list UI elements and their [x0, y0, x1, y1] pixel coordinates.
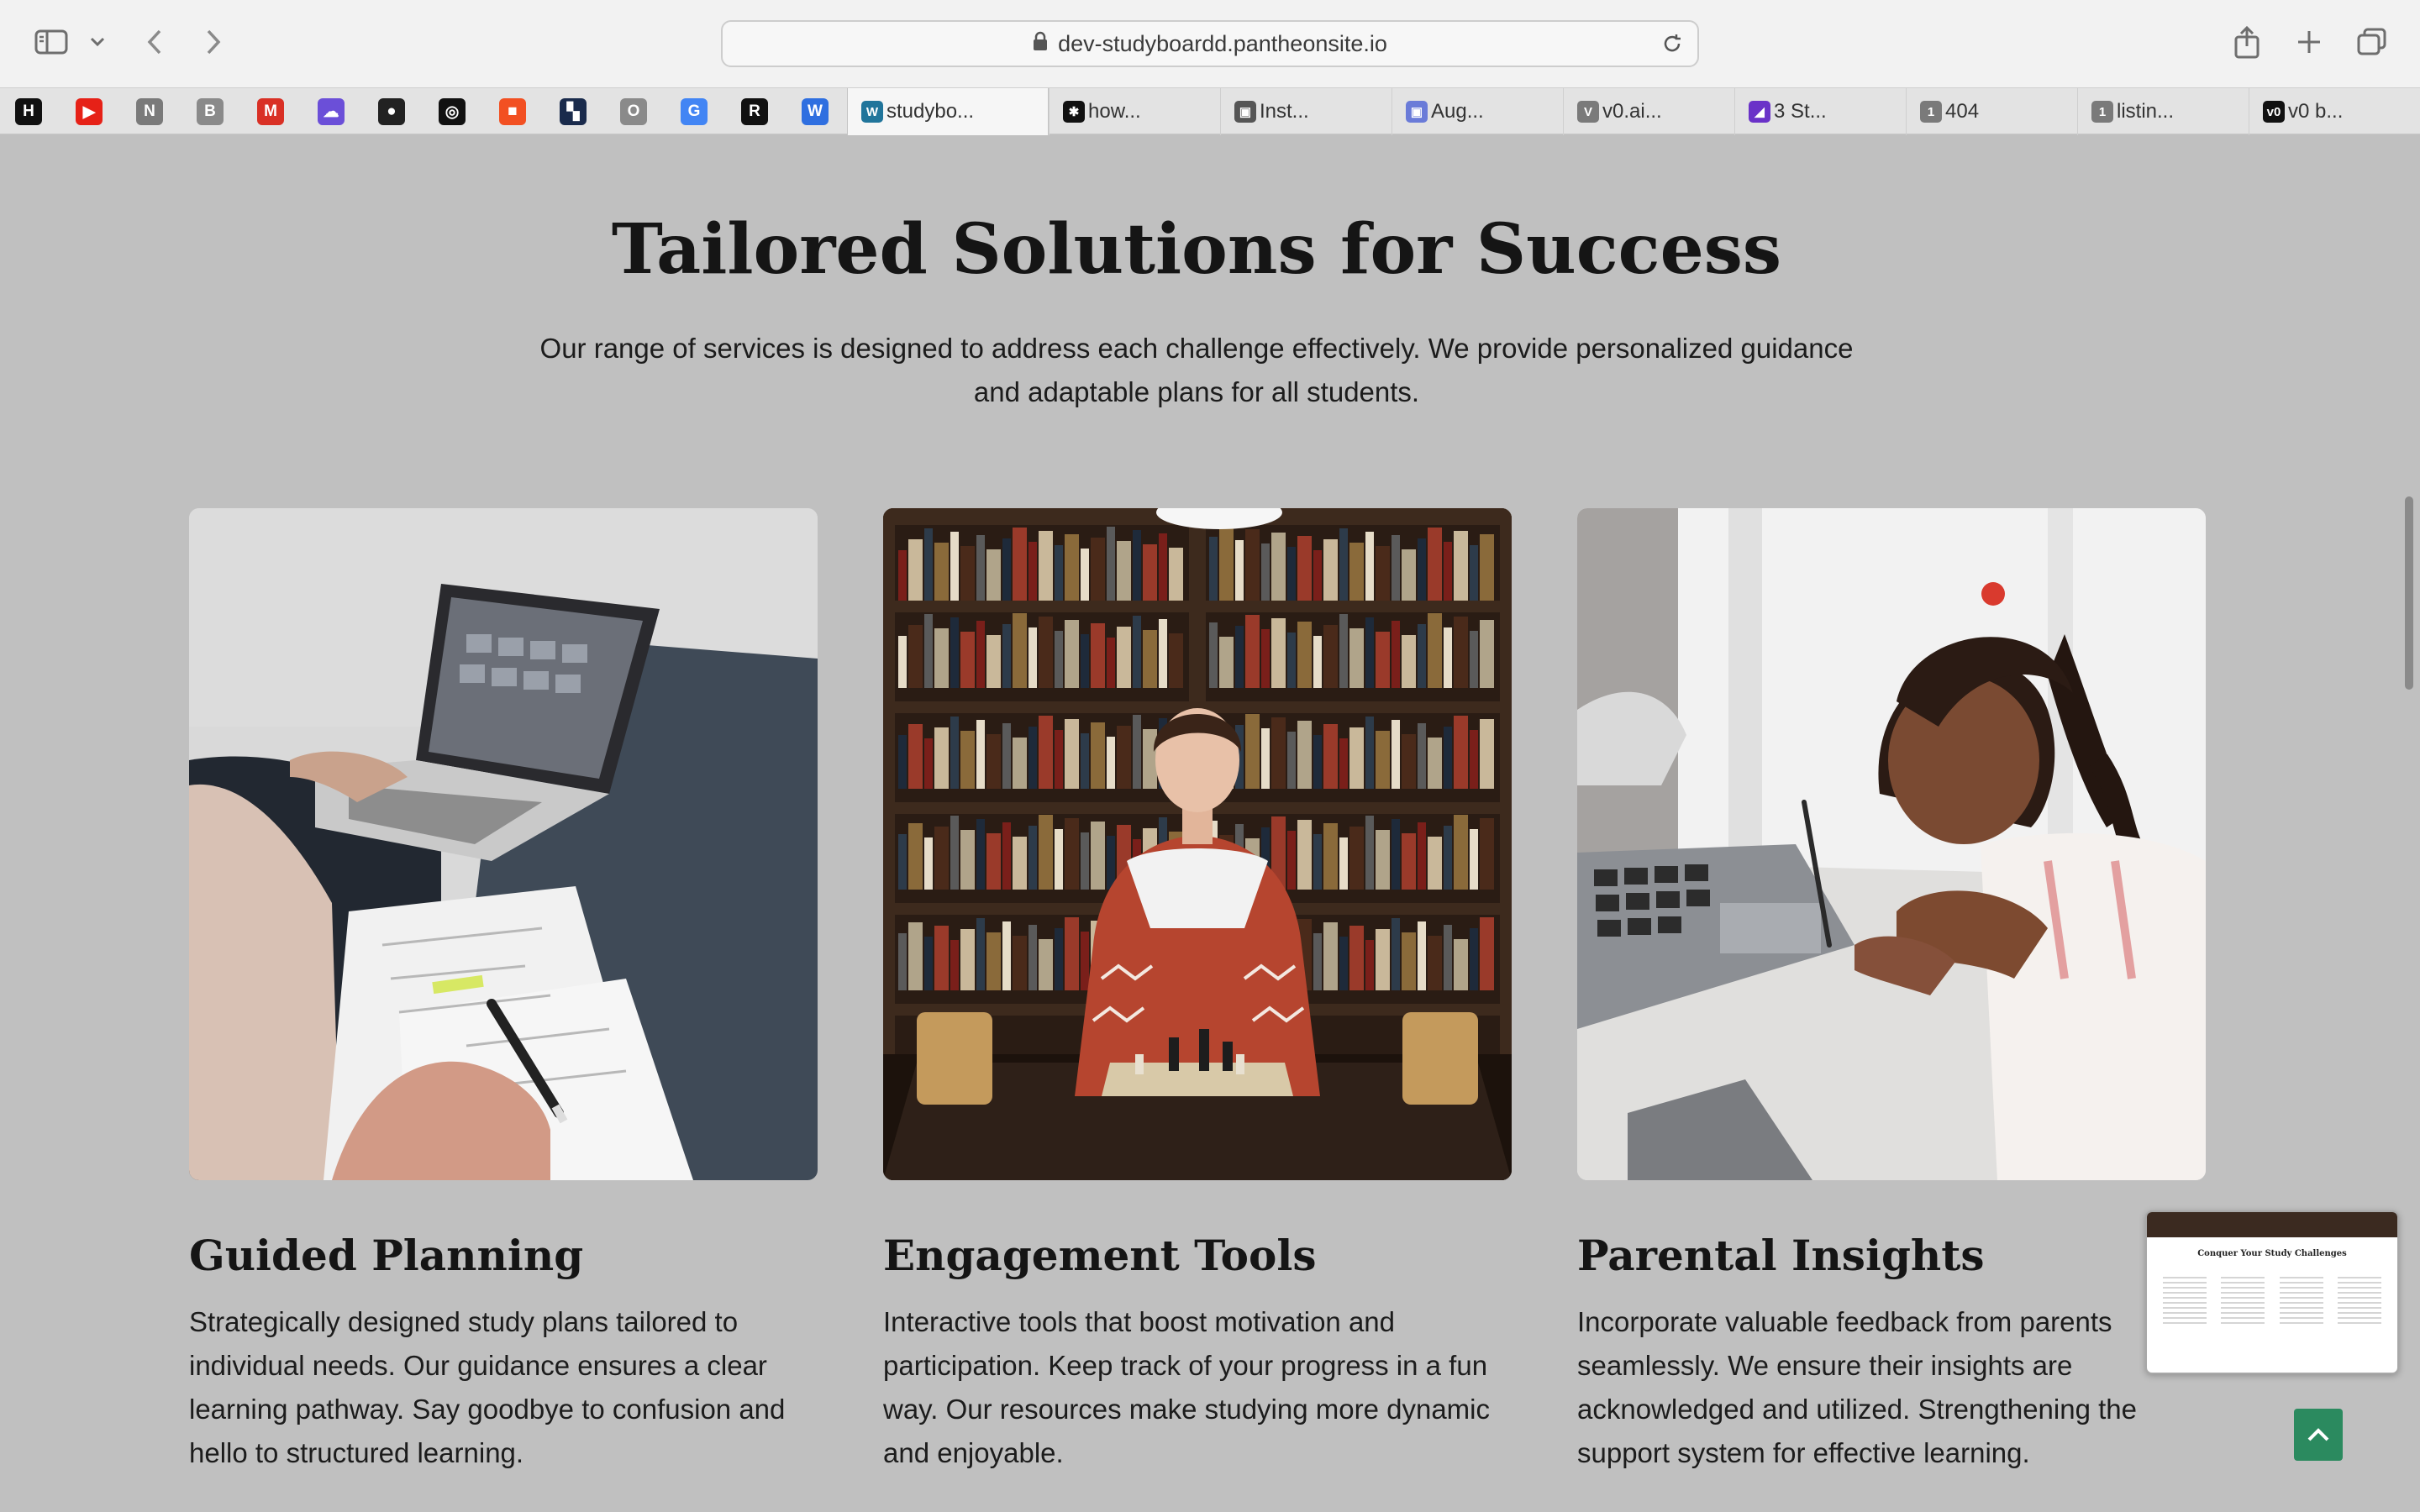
google-icon[interactable]: G [681, 98, 708, 125]
card-title: Parental Insights [1577, 1231, 1985, 1280]
bitwarden-icon[interactable]: ▚ [560, 98, 587, 125]
gmail-icon[interactable]: M [257, 98, 284, 125]
service-card-parental-insights: Parental Insights Incorporate valuable f… [1577, 508, 2206, 1475]
card-description: Incorporate valuable feedback from paren… [1577, 1306, 2137, 1468]
browser-tab[interactable]: 1 404 [1906, 88, 2077, 135]
intro-line-2: and adaptable plans for all students. [973, 376, 1420, 407]
preview-column [2162, 1273, 2207, 1324]
tab-label: Inst... [1260, 100, 1309, 123]
wordpress-icon: W [861, 101, 883, 123]
tab-overview-icon[interactable] [2354, 25, 2390, 59]
o-icon[interactable]: O [620, 98, 647, 125]
1password-icon: 1 [2091, 101, 2113, 123]
laptop-notebook-photo [189, 508, 818, 1180]
preview-header [2147, 1212, 2397, 1237]
preview-column [2338, 1273, 2382, 1324]
girl-writing-photo [1577, 508, 2206, 1180]
tab-bar: H ▶ N B M ☁ ● ◎ ■ ▚ O G R W Wstudybo... ✱ how... ▣ Inst...… [0, 87, 2420, 135]
service-card-engagement-tools: Engagement Tools Interactive tools that … [883, 508, 1512, 1475]
tab-label: v0.ai... [1602, 100, 1662, 123]
forward-arrow-icon[interactable] [200, 25, 227, 59]
share-icon[interactable] [2230, 24, 2264, 60]
tab-label: 404 [1945, 100, 1980, 123]
chevron-down-icon[interactable] [87, 32, 108, 52]
hn-icon[interactable]: H [15, 98, 42, 125]
screenshot-preview-thumbnail[interactable]: Conquer Your Study Challenges [2145, 1210, 2399, 1374]
microsoft-icon[interactable]: ■ [499, 98, 526, 125]
tab-label: 3 St... [1774, 100, 1827, 123]
browser-tab[interactable]: ✱ how... [1049, 88, 1220, 135]
section-title: Tailored Solutions for Success [611, 209, 1782, 290]
cloud-icon[interactable]: ☁ [318, 98, 345, 125]
back-to-top-button[interactable] [2294, 1409, 2343, 1461]
card-description: Interactive tools that boost motivation … [883, 1306, 1490, 1468]
browser-tab[interactable]: Wstudybo... [847, 88, 1049, 135]
page-content: Tailored Solutions for Success Our range… [0, 135, 2420, 1512]
v-icon: V [1577, 101, 1599, 123]
w-icon[interactable]: W [802, 98, 829, 125]
browser-tab[interactable]: ◢ 3 St... [1734, 88, 1906, 135]
tab-label: how... [1088, 100, 1141, 123]
intro-line-1: Our range of services is designed to add… [539, 333, 1854, 364]
sidebar-toggle-icon[interactable] [34, 27, 69, 57]
card-title: Engagement Tools [883, 1231, 1317, 1280]
browser-tab[interactable]: v0 v0 b... [2249, 88, 2420, 135]
linear-icon: ◢ [1749, 101, 1770, 123]
lock-icon [1033, 31, 1048, 57]
tab-label: Aug... [1431, 100, 1484, 123]
browser-tab[interactable]: 1 listin... [2077, 88, 2249, 135]
preview-column [2279, 1273, 2323, 1324]
preview-columns [2147, 1273, 2397, 1324]
address-bar[interactable]: dev-studyboardd.pantheonsite.io [721, 20, 1699, 67]
card-description: Strategically designed study plans tailo… [189, 1306, 786, 1468]
tab-label: studybo... [886, 100, 975, 123]
perplexity-icon: ✱ [1063, 101, 1085, 123]
preview-title: Conquer Your Study Challenges [2197, 1249, 2347, 1258]
browser-tab[interactable]: ▣ Inst... [1220, 88, 1392, 135]
b-icon[interactable]: B [197, 98, 224, 125]
preview-column [2221, 1273, 2265, 1324]
browser-tab[interactable]: ▣ Aug... [1392, 88, 1563, 135]
tab-label: v0 b... [2288, 100, 2344, 123]
github-icon[interactable]: ● [378, 98, 405, 125]
reload-icon[interactable] [1660, 32, 1684, 61]
browser-tab[interactable]: Vv0.ai... [1563, 88, 1734, 135]
tab-label: listin... [2117, 100, 2175, 123]
card-title: Guided Planning [189, 1231, 584, 1280]
notion-icon[interactable]: N [136, 98, 163, 125]
chess-library-photo [883, 508, 1512, 1180]
service-card-guided-planning: Guided Planning Strategically designed s… [189, 508, 818, 1475]
browser-toolbar: dev-studyboardd.pantheonsite.io [0, 0, 2420, 87]
section-intro: Our range of services is designed to add… [504, 327, 1889, 414]
youtube-icon[interactable]: ▶ [76, 98, 103, 125]
openai-icon[interactable]: ◎ [439, 98, 466, 125]
new-tab-icon[interactable] [2292, 25, 2326, 59]
chevron-up-icon [2307, 1428, 2329, 1441]
v0-icon: v0 [2263, 101, 2285, 123]
1password-icon: 1 [1920, 101, 1942, 123]
back-arrow-icon[interactable] [141, 25, 168, 59]
screenshot-icon: ▣ [1234, 101, 1256, 123]
readwise-icon[interactable]: R [741, 98, 768, 125]
page-scrollbar[interactable] [2405, 496, 2413, 690]
ai-icon: ▣ [1406, 101, 1428, 123]
url-text: dev-studyboardd.pantheonsite.io [1058, 30, 1387, 56]
